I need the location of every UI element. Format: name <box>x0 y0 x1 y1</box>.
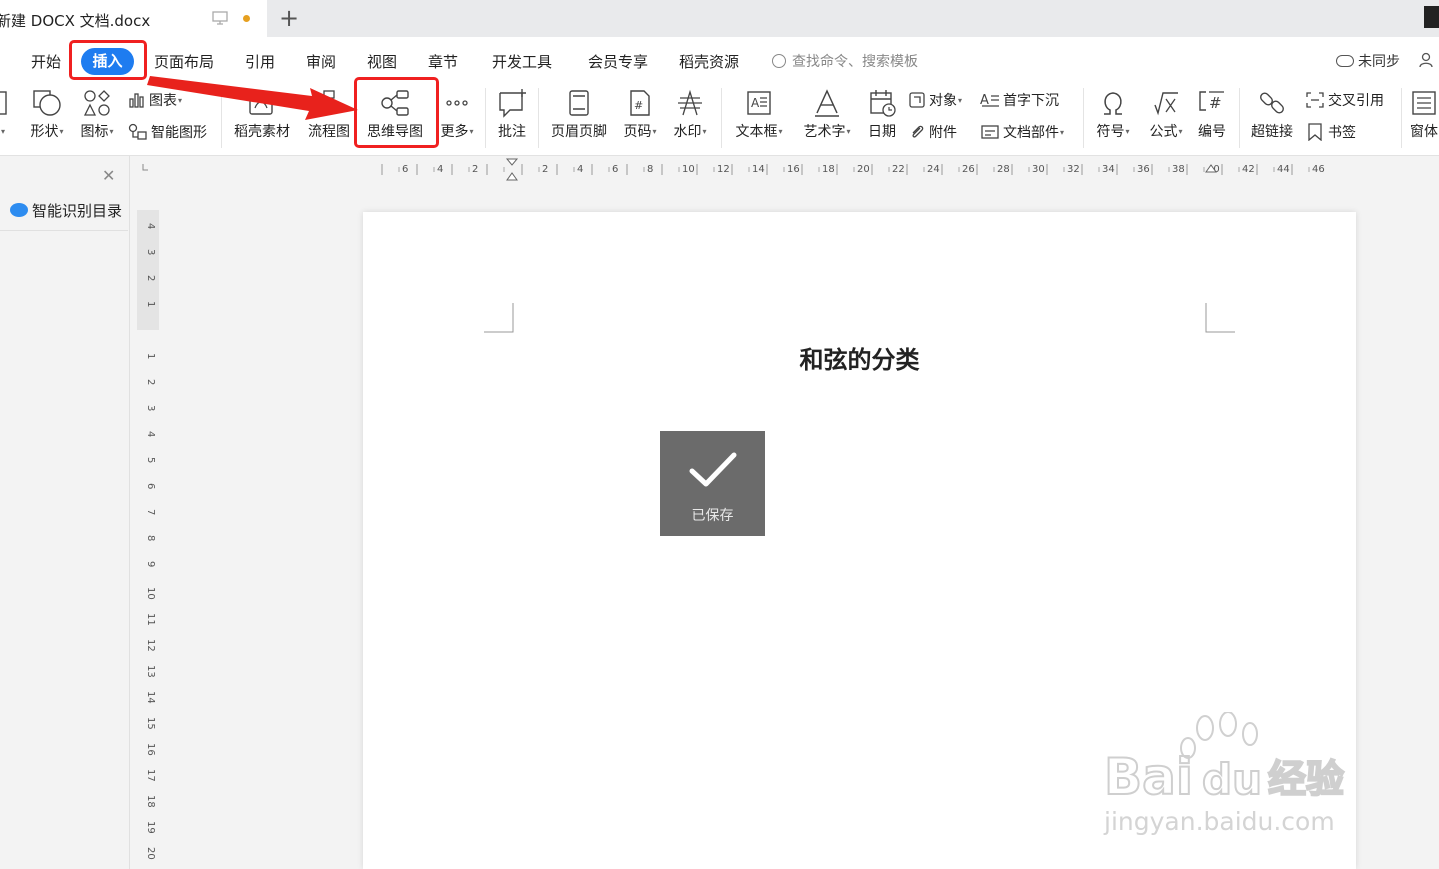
svg-text:13: 13 <box>145 665 156 678</box>
svg-text:3: 3 <box>145 249 156 255</box>
svg-text:8: 8 <box>145 535 156 541</box>
svg-text:4: 4 <box>145 223 156 229</box>
margin-corner <box>484 303 514 333</box>
svg-text:19: 19 <box>145 821 156 834</box>
svg-text:7: 7 <box>145 509 156 515</box>
svg-text:30: 30 <box>1032 164 1045 175</box>
svg-text:26: 26 <box>962 164 975 175</box>
svg-text:5: 5 <box>145 457 156 463</box>
svg-text:22: 22 <box>892 164 905 175</box>
checkmark-icon <box>689 452 737 487</box>
svg-text:12: 12 <box>717 164 730 175</box>
svg-text:Bai: Bai <box>1104 748 1193 806</box>
svg-text:经验: 经验 <box>1268 757 1344 801</box>
smart-toc-label: 智能识别目录 <box>32 202 123 220</box>
svg-text:jingyan.baidu.com: jingyan.baidu.com <box>1103 807 1335 836</box>
saved-toast-message: 已保存 <box>691 508 734 524</box>
document-title[interactable]: 和弦的分类 <box>363 340 1356 375</box>
svg-text:1: 1 <box>145 301 156 307</box>
svg-text:20: 20 <box>857 164 870 175</box>
svg-text:2: 2 <box>472 164 478 175</box>
horizontal-ruler[interactable]: 6422468101214161820222426283032343638404… <box>140 156 1439 182</box>
vertical-ruler[interactable]: 43211234567891011121314151617181920 <box>137 210 159 869</box>
svg-text:2: 2 <box>542 164 548 175</box>
svg-text:4: 4 <box>437 164 443 175</box>
svg-text:28: 28 <box>997 164 1010 175</box>
svg-text:46: 46 <box>1312 164 1325 175</box>
svg-text:2: 2 <box>145 379 156 385</box>
svg-text:11: 11 <box>145 613 156 626</box>
svg-text:10: 10 <box>145 587 156 600</box>
svg-text:16: 16 <box>787 164 800 175</box>
svg-text:10: 10 <box>682 164 695 175</box>
svg-text:du: du <box>1202 755 1262 804</box>
smart-toc-panel: ✕ 智能识别目录 <box>0 156 130 869</box>
svg-text:18: 18 <box>822 164 835 175</box>
svg-text:8: 8 <box>647 164 653 175</box>
svg-text:15: 15 <box>145 717 156 730</box>
svg-text:6: 6 <box>402 164 408 175</box>
svg-text:20: 20 <box>145 847 156 860</box>
svg-text:24: 24 <box>927 164 940 175</box>
svg-text:6: 6 <box>145 483 156 489</box>
svg-text:16: 16 <box>145 743 156 756</box>
svg-text:14: 14 <box>752 164 765 175</box>
margin-corner <box>1205 303 1235 333</box>
svg-text:6: 6 <box>612 164 618 175</box>
saved-toast: 已保存 <box>660 431 765 536</box>
svg-text:3: 3 <box>145 405 156 411</box>
svg-text:42: 42 <box>1242 164 1255 175</box>
svg-text:18: 18 <box>145 795 156 808</box>
svg-text:38: 38 <box>1172 164 1185 175</box>
svg-text:2: 2 <box>145 275 156 281</box>
svg-text:1: 1 <box>145 353 156 359</box>
smart-toc-icon <box>10 203 28 217</box>
baidu-jingyan-watermark: Bai du 经验 jingyan.baidu.com <box>1103 712 1345 836</box>
svg-text:44: 44 <box>1277 164 1290 175</box>
svg-text:14: 14 <box>145 691 156 704</box>
svg-text:32: 32 <box>1067 164 1080 175</box>
svg-text:34: 34 <box>1102 164 1115 175</box>
svg-text:4: 4 <box>577 164 583 175</box>
smart-toc-title[interactable]: 智能识别目录 <box>10 200 122 221</box>
svg-text:36: 36 <box>1137 164 1150 175</box>
svg-text:12: 12 <box>145 639 156 652</box>
svg-text:9: 9 <box>145 561 156 567</box>
close-icon[interactable]: ✕ <box>102 166 115 185</box>
svg-text:4: 4 <box>145 431 156 437</box>
svg-text:17: 17 <box>145 769 156 782</box>
